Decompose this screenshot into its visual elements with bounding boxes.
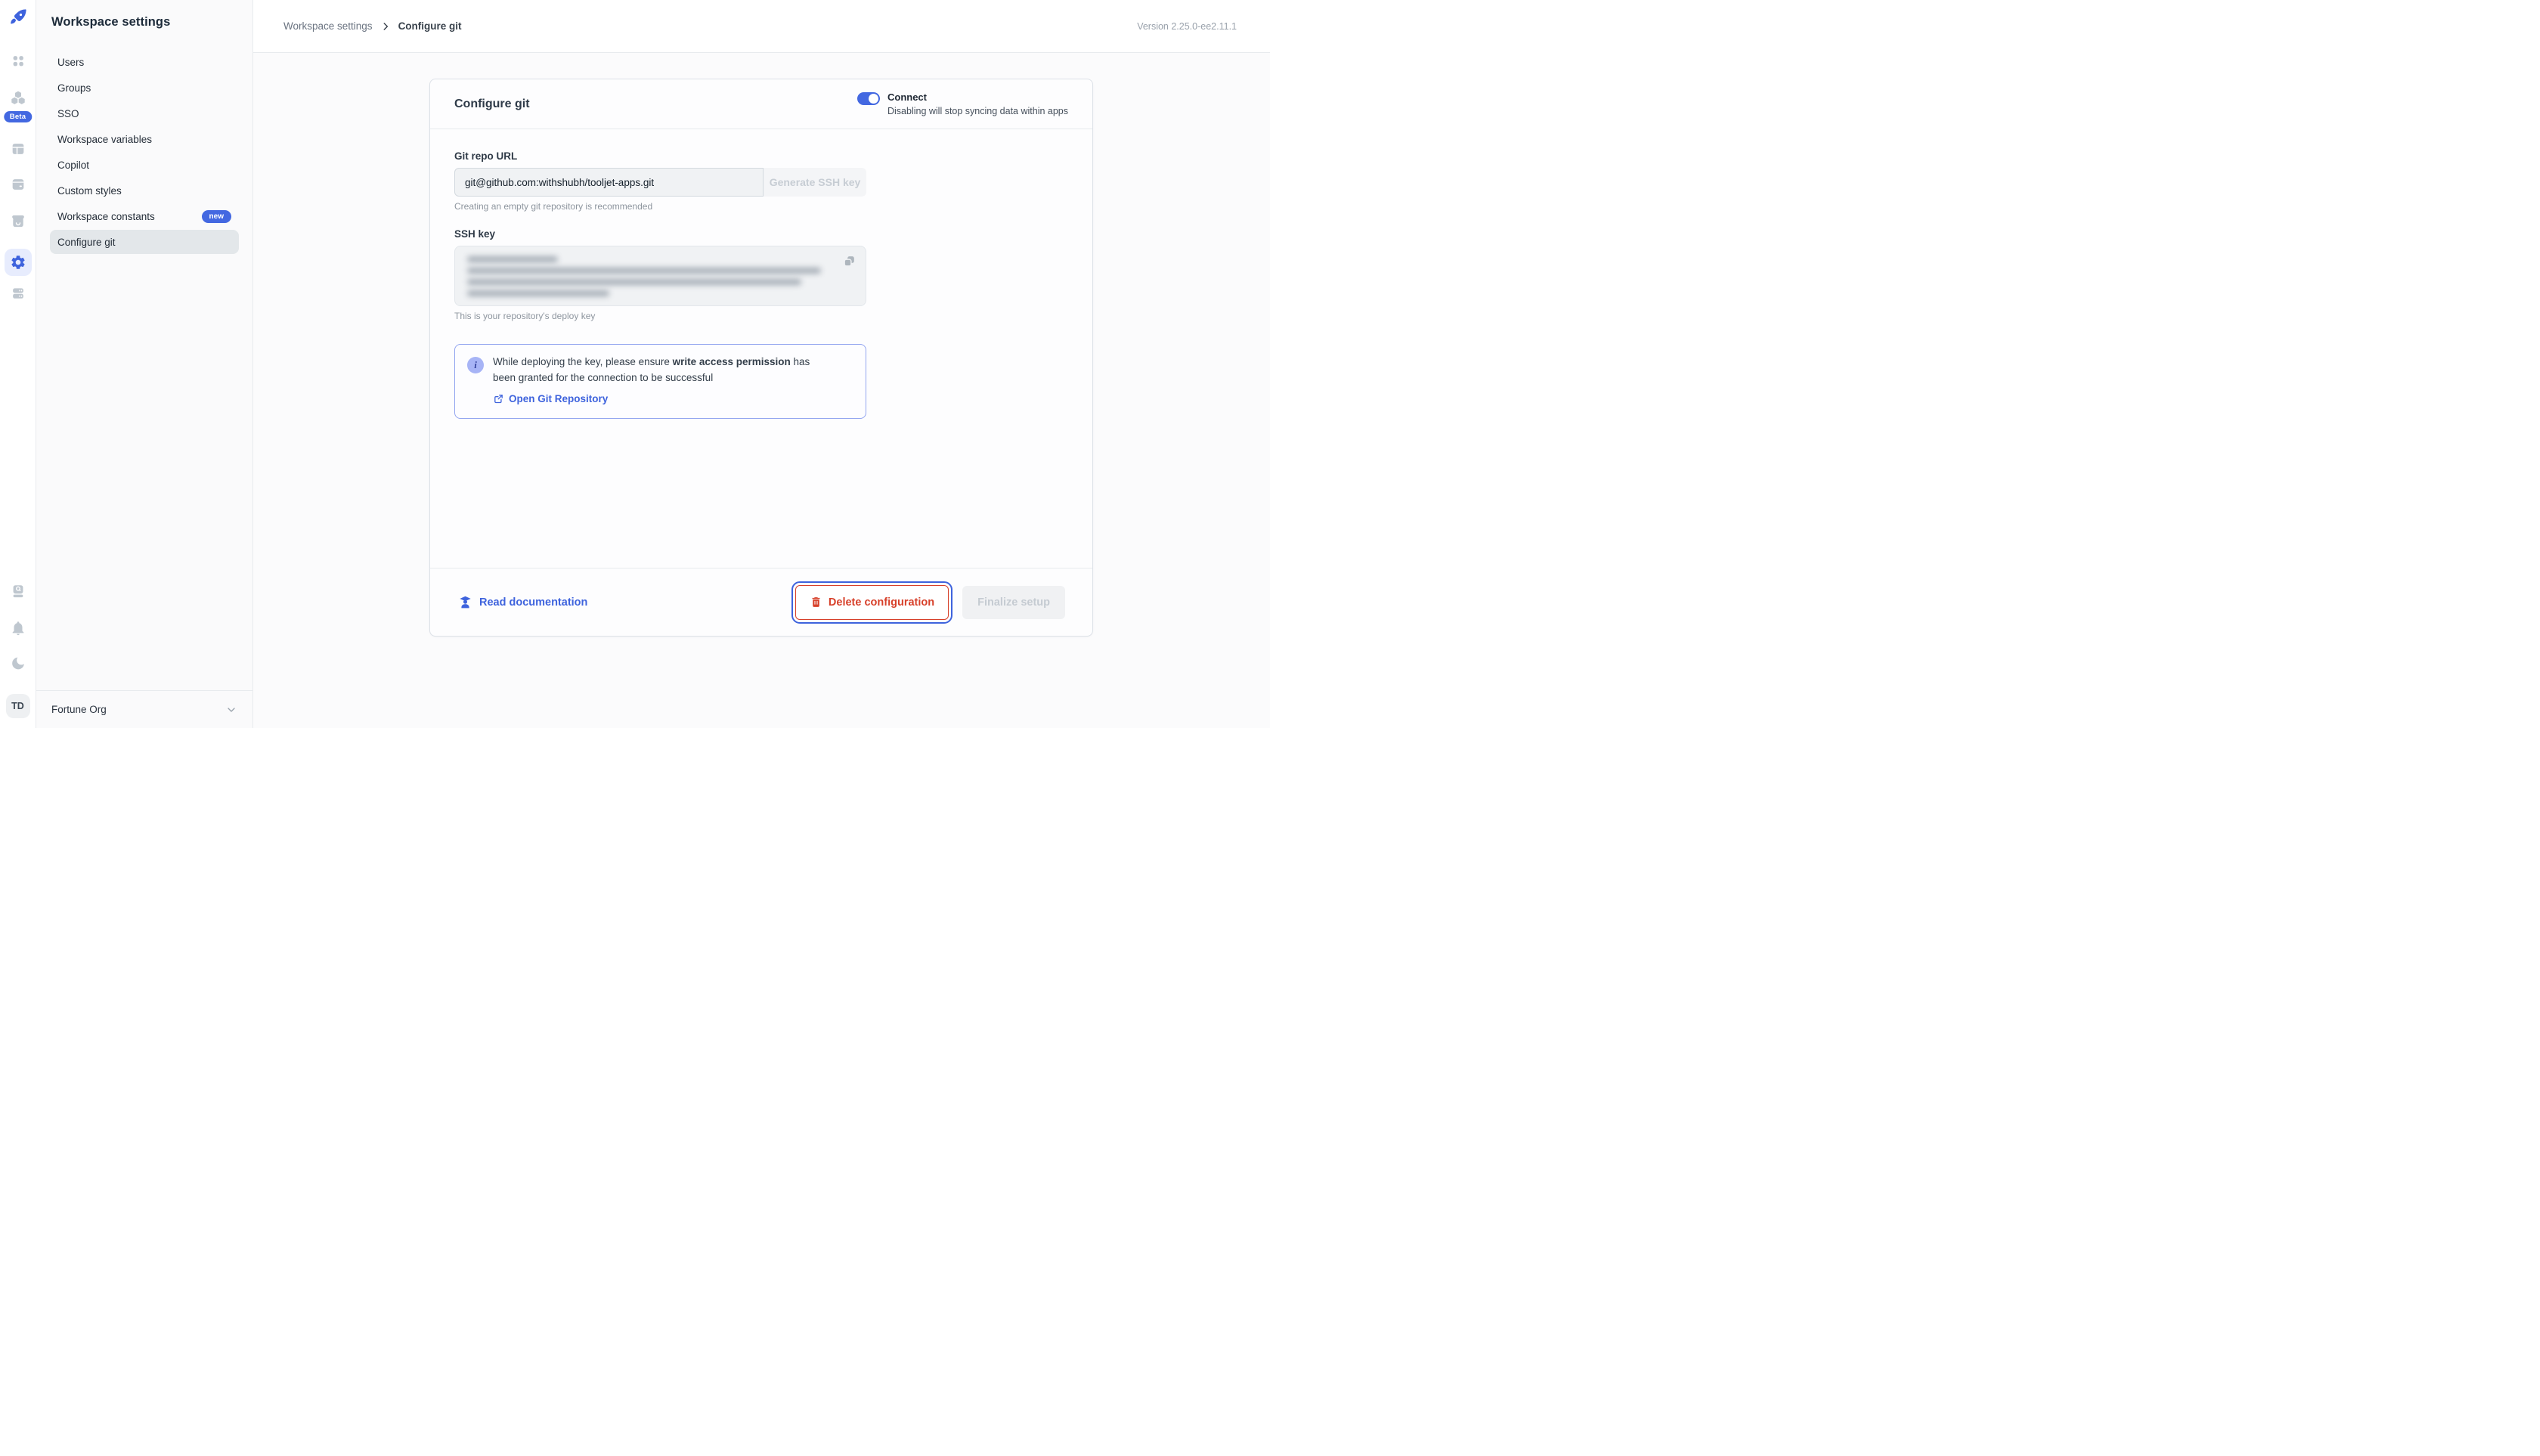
- ssh-key-redacted-line: [467, 290, 609, 296]
- read-documentation-label: Read documentation: [479, 596, 588, 609]
- org-name: Fortune Org: [51, 704, 107, 715]
- rail-datasource-button[interactable]: [10, 176, 26, 193]
- sidebar-item-users[interactable]: Users: [50, 50, 239, 74]
- rail-apps-button[interactable]: [10, 53, 26, 70]
- app-logo-rocket-icon[interactable]: [8, 8, 28, 27]
- ssh-key-redacted-line: [467, 279, 801, 285]
- sidebar-item-sso[interactable]: SSO: [50, 101, 239, 125]
- git-repo-url-input[interactable]: [454, 168, 764, 197]
- chevron-down-icon: [228, 707, 235, 712]
- sidebar-item-groups[interactable]: Groups: [50, 76, 239, 100]
- rail-workflows-button[interactable]: [9, 89, 27, 107]
- rail-dark-mode-button[interactable]: [10, 655, 26, 671]
- gear-icon: [11, 256, 25, 269]
- connect-toggle-label: Connect: [887, 91, 927, 103]
- sidebar-item-label: Groups: [57, 82, 91, 94]
- sidebar-item-copilot[interactable]: Copilot: [50, 153, 239, 177]
- main-area: Workspace settings Configure git Version…: [253, 0, 1270, 728]
- deploy-key-info-box: i While deploying the key, please ensure…: [454, 344, 866, 419]
- open-git-repository-label: Open Git Repository: [509, 392, 609, 404]
- info-text-bold: write access permission: [672, 356, 791, 367]
- card-header: Configure git Connect Disabling will sto…: [430, 79, 1092, 129]
- breadcrumb: Workspace settings Configure git: [283, 20, 462, 32]
- new-badge: new: [201, 209, 231, 223]
- wallet-icon: [12, 179, 23, 190]
- ssh-key-helper: This is your repository's deploy key: [454, 311, 596, 321]
- delete-configuration-label: Delete configuration: [828, 596, 935, 609]
- sidebar-item-label: Workspace constants: [57, 210, 155, 222]
- connect-toggle[interactable]: [856, 91, 880, 105]
- card-body: Git repo URL Generate SSH key Creating a…: [430, 129, 1092, 568]
- ssh-key-label: SSH key: [454, 228, 496, 240]
- copy-ssh-key-button[interactable]: [842, 254, 856, 268]
- finalize-setup-button[interactable]: Finalize setup: [962, 585, 1065, 619]
- sidebar-item-label: Users: [57, 56, 85, 68]
- ssh-key-redacted-line: [467, 256, 558, 262]
- sidebar-item-label: Workspace variables: [57, 133, 153, 145]
- app-root: Beta TD Workspace settings Users Groups …: [0, 0, 1270, 728]
- info-icon: i: [467, 357, 484, 373]
- trash-icon: [812, 597, 820, 607]
- org-switcher[interactable]: Fortune Org: [36, 690, 252, 728]
- rail-database-button[interactable]: [10, 285, 26, 302]
- apps-grid-icon: [13, 56, 23, 67]
- user-avatar[interactable]: TD: [5, 694, 30, 718]
- content-area: Configure git Connect Disabling will sto…: [253, 53, 1270, 728]
- layout-icon: [12, 144, 23, 154]
- hexagons-icon: [11, 91, 25, 104]
- sidebar-item-label: Copilot: [57, 159, 90, 171]
- external-link-icon: [494, 395, 503, 403]
- version-label: Version 2.25.0-ee2.11.1: [1137, 20, 1237, 32]
- sidebar-item-label: Configure git: [57, 236, 116, 248]
- top-header: Workspace settings Configure git Version…: [253, 0, 1270, 53]
- connect-toggle-group: Connect Disabling will stop syncing data…: [856, 91, 1068, 117]
- generate-ssh-key-button[interactable]: Generate SSH key: [764, 168, 866, 197]
- configure-git-card: Configure git Connect Disabling will sto…: [429, 79, 1093, 637]
- sidebar-item-custom-styles[interactable]: Custom styles: [50, 178, 239, 203]
- info-text: While deploying the key, please ensure w…: [493, 355, 829, 386]
- chevron-right-icon: [380, 21, 391, 32]
- graduate-icon: [460, 596, 471, 609]
- read-documentation-link[interactable]: Read documentation: [457, 594, 587, 610]
- sidebar-item-label: Custom styles: [57, 184, 122, 197]
- breadcrumb-current: Configure git: [398, 20, 462, 32]
- sidebar-nav: Users Groups SSO Workspace variables Cop…: [50, 50, 239, 254]
- rocket-icon: [10, 9, 26, 24]
- delete-configuration-button[interactable]: Delete configuration: [791, 581, 953, 624]
- sidebar-item-workspace-constants[interactable]: Workspace constants new: [50, 204, 239, 228]
- beta-badge: Beta: [3, 111, 33, 122]
- moon-icon: [11, 657, 24, 670]
- git-repo-url-helper: Creating an empty git repository is reco…: [454, 201, 653, 212]
- sidebar-item-label: SSO: [57, 107, 79, 119]
- copy-icon: [844, 256, 854, 267]
- icon-rail: Beta TD: [0, 0, 36, 728]
- rail-marketplace-button[interactable]: [9, 212, 26, 230]
- git-repo-url-row: Generate SSH key: [454, 168, 866, 197]
- toggle-knob: [868, 93, 878, 104]
- footer-actions: Delete configuration Finalize setup: [791, 581, 1065, 624]
- git-repo-url-label: Git repo URL: [454, 150, 518, 162]
- card-title: Configure git: [454, 97, 530, 110]
- sidebar-item-configure-git[interactable]: Configure git: [50, 230, 239, 254]
- card-footer: Read documentation Delete configuration …: [430, 568, 1092, 636]
- settings-sidebar: Workspace settings Users Groups SSO Work…: [36, 0, 253, 728]
- ssh-key-box: [454, 246, 866, 306]
- rail-audit-logs-button[interactable]: [10, 583, 26, 599]
- rail-settings-button-active[interactable]: [4, 249, 32, 276]
- rail-layout-button[interactable]: [10, 141, 26, 157]
- open-git-repository-link[interactable]: Open Git Repository: [493, 393, 608, 404]
- server-icon: [12, 288, 23, 299]
- book-search-icon: [13, 585, 23, 598]
- breadcrumb-parent[interactable]: Workspace settings: [283, 20, 373, 32]
- connect-toggle-description: Disabling will stop syncing data within …: [887, 106, 1068, 117]
- bell-icon: [12, 621, 23, 636]
- info-text-prefix: While deploying the key, please ensure: [493, 356, 673, 367]
- storefront-icon: [11, 215, 24, 228]
- sidebar-title: Workspace settings: [51, 15, 171, 29]
- ssh-key-redacted-line: [467, 268, 821, 274]
- rail-notifications-button[interactable]: [10, 620, 26, 637]
- sidebar-item-workspace-variables[interactable]: Workspace variables: [50, 127, 239, 151]
